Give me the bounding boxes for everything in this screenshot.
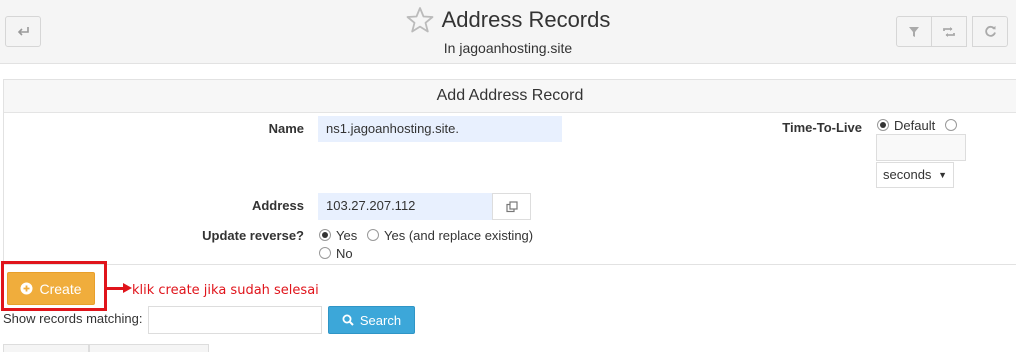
search-icon bbox=[342, 314, 354, 326]
ttl-custom-option[interactable] bbox=[945, 118, 962, 133]
ttl-custom-radio[interactable] bbox=[945, 119, 957, 131]
bulk-action-button-2[interactable] bbox=[89, 344, 209, 352]
address-picker-button[interactable] bbox=[492, 193, 531, 220]
highlight-frame bbox=[1, 261, 107, 311]
ttl-unit-select[interactable]: seconds ▼ bbox=[876, 162, 954, 188]
address-input[interactable]: 103.27.207.112 bbox=[318, 193, 492, 220]
reverse-yes-radio[interactable] bbox=[319, 229, 331, 241]
page-subtitle: In jagoanhosting.site bbox=[443, 40, 573, 56]
refresh-icon bbox=[984, 25, 996, 37]
search-button[interactable]: Search bbox=[328, 306, 415, 334]
annotation-text: klik create jika sudah selesai bbox=[132, 283, 319, 298]
ttl-unit-value: seconds bbox=[883, 167, 932, 182]
bulk-action-button-1[interactable] bbox=[3, 344, 89, 352]
name-input[interactable]: ns1.jagoanhosting.site. bbox=[318, 116, 562, 142]
ttl-default-option[interactable]: Default bbox=[877, 118, 935, 133]
search-button-label: Search bbox=[359, 312, 402, 328]
annotation-arrow-icon bbox=[123, 283, 132, 293]
ttl-default-radio[interactable] bbox=[877, 119, 889, 131]
sync-icon bbox=[943, 26, 955, 37]
reverse-option-replace[interactable]: Yes (and replace existing) bbox=[367, 228, 533, 243]
ttl-default-label: Default bbox=[894, 118, 936, 133]
sync-button[interactable] bbox=[931, 16, 967, 47]
star-icon[interactable] bbox=[406, 6, 434, 34]
reverse-option-yes[interactable]: Yes bbox=[319, 228, 357, 243]
reverse-replace-radio[interactable] bbox=[367, 229, 379, 241]
title-block: Address Records In jagoanhosting.site bbox=[0, 6, 1016, 56]
reverse-replace-label: Yes (and replace existing) bbox=[384, 228, 534, 243]
update-reverse-label: Update reverse? bbox=[202, 228, 304, 243]
bulk-actions-bar bbox=[3, 344, 209, 352]
page-title: Address Records bbox=[441, 7, 611, 32]
search-label: Show records matching: bbox=[3, 311, 145, 326]
filter-icon bbox=[909, 26, 919, 37]
copy-icon bbox=[505, 200, 518, 212]
refresh-button[interactable] bbox=[972, 16, 1008, 47]
chevron-down-icon: ▼ bbox=[938, 170, 947, 180]
name-label: Name bbox=[268, 121, 304, 136]
filter-button[interactable] bbox=[896, 16, 932, 47]
reverse-no-radio[interactable] bbox=[319, 247, 331, 259]
reverse-option-no[interactable]: No bbox=[319, 246, 353, 261]
reverse-yes-label: Yes bbox=[336, 228, 358, 243]
search-input[interactable] bbox=[148, 306, 322, 334]
reverse-no-label: No bbox=[336, 246, 353, 261]
ttl-label: Time-To-Live bbox=[782, 120, 862, 135]
address-label: Address bbox=[251, 198, 304, 213]
ttl-value-input[interactable] bbox=[876, 134, 966, 161]
page-header: Address Records In jagoanhosting.site bbox=[0, 0, 1016, 64]
panel-heading: Add Address Record bbox=[4, 80, 1016, 113]
